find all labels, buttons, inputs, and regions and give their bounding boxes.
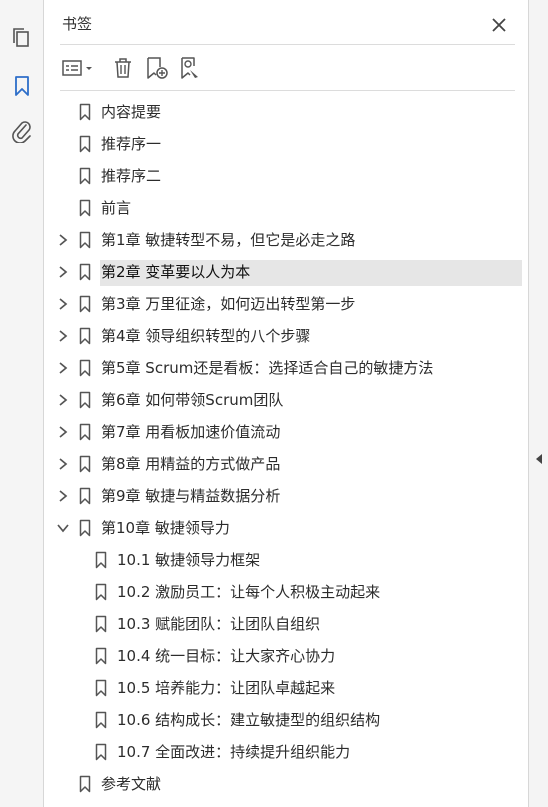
bookmark-label: 10.3 赋能团队：让团队自组织	[117, 615, 321, 633]
bookmark-subitem[interactable]: 10.5 培养能力：让团队卓越起来	[45, 676, 525, 700]
new-bookmark-button[interactable]	[144, 53, 170, 83]
bookmark-label: 第10章 敏捷领导力	[101, 519, 230, 537]
bookmark-label: 10.1 敏捷领导力框架	[117, 551, 261, 569]
bookmark-label: 第5章 Scrum还是看板：选择适合自己的敏捷方法	[101, 359, 434, 377]
chevron-down-icon[interactable]	[57, 521, 69, 535]
bookmark-icon	[95, 743, 107, 761]
bookmark-label: 10.2 激励员工：让每个人积极主动起来	[117, 583, 381, 601]
bookmark-label: 第4章 领导组织转型的八个步骤	[101, 327, 311, 345]
bookmark-item[interactable]: 参考文献	[45, 772, 525, 796]
bookmark-subitem[interactable]: 10.4 统一目标：让大家齐心协力	[45, 644, 525, 668]
bookmark-label: 第6章 如何带领Scrum团队	[101, 391, 284, 409]
close-icon	[492, 18, 506, 32]
bookmark-label: 10.5 培养能力：让团队卓越起来	[117, 679, 336, 697]
bookmark-icon	[79, 199, 91, 217]
bookmark-label: 第2章 变革要以人为本	[101, 263, 251, 281]
bookmark-icon	[79, 103, 91, 121]
bookmark-icon	[95, 711, 107, 729]
bookmark-subitem[interactable]: 10.2 激励员工：让每个人积极主动起来	[45, 580, 525, 604]
bookmark-subitem[interactable]: 10.6 结构成长：建立敏捷型的组织结构	[45, 708, 525, 732]
bookmark-label: 参考文献	[101, 775, 162, 793]
bookmark-item[interactable]: 推荐序二	[45, 164, 525, 188]
bookmark-label: 第9章 敏捷与精益数据分析	[101, 487, 281, 505]
bookmark-item[interactable]: 前言	[45, 196, 525, 220]
bookmark-icon	[79, 391, 91, 409]
bookmark-label: 第7章 用看板加速价值流动	[101, 423, 281, 441]
pages-icon[interactable]	[7, 23, 37, 53]
bookmark-subitem[interactable]: 10.1 敏捷领导力框架	[45, 548, 525, 572]
bookmark-item[interactable]: 内容提要	[45, 100, 525, 124]
bookmarks-toolbar	[60, 53, 520, 83]
bookmark-item[interactable]: 第8章 用精益的方式做产品	[45, 452, 525, 476]
bookmark-icon	[95, 615, 107, 633]
bookmarks-panel: 书签 内容提要 推荐序一 推荐序二 前言 第1章 敏捷转型不易，但它是必走之路 …	[45, 0, 527, 807]
bookmark-label: 10.6 结构成长：建立敏捷型的组织结构	[117, 711, 381, 729]
bookmark-item[interactable]: 第4章 领导组织转型的八个步骤	[45, 324, 525, 348]
chevron-right-icon[interactable]	[57, 265, 69, 279]
bookmark-icon	[79, 327, 91, 345]
navigation-rail	[0, 0, 44, 807]
bookmark-icon	[79, 519, 91, 537]
bookmark-icon	[79, 263, 91, 281]
bookmark-item[interactable]: 第9章 敏捷与精益数据分析	[45, 484, 525, 508]
bookmark-icon	[79, 487, 91, 505]
bookmark-icon	[79, 167, 91, 185]
bookmark-icon	[79, 295, 91, 313]
chevron-right-icon[interactable]	[57, 489, 69, 503]
find-bookmark-button[interactable]	[178, 53, 204, 83]
bookmark-label: 前言	[101, 199, 132, 217]
toolbar-divider	[60, 90, 515, 91]
bookmark-label: 第3章 万里征途，如何迈出转型第一步	[101, 295, 356, 313]
bookmark-label: 推荐序二	[101, 167, 162, 185]
bookmark-icon	[95, 583, 107, 601]
collapse-panel-button[interactable]	[534, 453, 544, 465]
right-collapse-rail	[528, 0, 548, 807]
bookmark-icon	[79, 775, 91, 793]
delete-icon	[115, 58, 131, 78]
new-bookmark-icon	[147, 57, 168, 79]
bookmark-icon[interactable]	[7, 71, 37, 101]
chevron-right-icon[interactable]	[57, 457, 69, 471]
bookmark-item[interactable]: 第5章 Scrum还是看板：选择适合自己的敏捷方法	[45, 356, 525, 380]
header-divider	[60, 44, 515, 45]
bookmark-item[interactable]: 第1章 敏捷转型不易，但它是必走之路	[45, 228, 525, 252]
bookmark-item[interactable]: 第7章 用看板加速价值流动	[45, 420, 525, 444]
bookmark-icon	[95, 647, 107, 665]
list-options-icon	[62, 60, 92, 76]
bookmark-item[interactable]: 第10章 敏捷领导力	[45, 516, 525, 540]
bookmark-subitem[interactable]: 10.3 赋能团队：让团队自组织	[45, 612, 525, 636]
bookmark-label: 推荐序一	[101, 135, 162, 153]
bookmark-icon	[95, 679, 107, 697]
bookmark-subitem[interactable]: 10.7 全面改进：持续提升组织能力	[45, 740, 525, 764]
list-options-button[interactable]	[60, 53, 96, 83]
bookmark-icon	[95, 551, 107, 569]
delete-bookmark-button[interactable]	[112, 53, 134, 83]
bookmark-icon	[79, 135, 91, 153]
find-bookmark-icon	[181, 57, 198, 79]
bookmark-item[interactable]: 推荐序一	[45, 132, 525, 156]
bookmark-label: 10.4 统一目标：让大家齐心协力	[117, 647, 336, 665]
close-button[interactable]	[487, 13, 511, 37]
bookmark-icon	[79, 423, 91, 441]
collapse-panel-icon	[536, 454, 542, 464]
chevron-right-icon[interactable]	[57, 329, 69, 343]
chevron-right-icon[interactable]	[57, 233, 69, 247]
chevron-right-icon[interactable]	[57, 393, 69, 407]
bookmark-label: 第1章 敏捷转型不易，但它是必走之路	[101, 231, 356, 249]
bookmark-icon	[79, 231, 91, 249]
paperclip-icon[interactable]	[7, 116, 37, 146]
bookmark-item[interactable]: 第6章 如何带领Scrum团队	[45, 388, 525, 412]
bookmark-label: 10.7 全面改进：持续提升组织能力	[117, 743, 351, 761]
bookmark-label: 第8章 用精益的方式做产品	[101, 455, 281, 473]
bookmark-icon	[79, 359, 91, 377]
bookmark-item[interactable]: 第2章 变革要以人为本	[45, 260, 525, 286]
bookmark-icon	[79, 455, 91, 473]
panel-title: 书签	[62, 15, 93, 33]
chevron-right-icon[interactable]	[57, 297, 69, 311]
chevron-right-icon[interactable]	[57, 425, 69, 439]
chevron-right-icon[interactable]	[57, 361, 69, 375]
bookmark-item[interactable]: 第3章 万里征途，如何迈出转型第一步	[45, 292, 525, 316]
bookmark-label: 内容提要	[101, 103, 162, 121]
